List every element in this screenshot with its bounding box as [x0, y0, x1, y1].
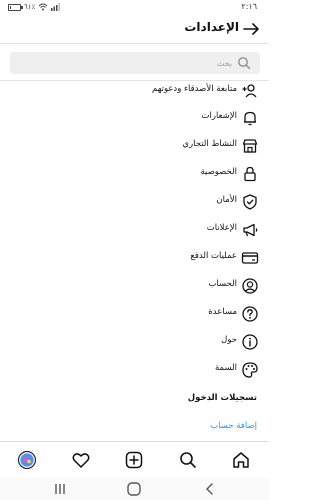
signal-icon: [51, 3, 61, 11]
bell-icon: [244, 111, 256, 126]
header: الإعدادات: [0, 16, 269, 42]
menu-item-privacy[interactable]: الخصوصية: [0, 163, 269, 185]
info-icon: [242, 334, 258, 350]
heart-icon[interactable]: [71, 450, 91, 470]
system-nav-bar: [0, 478, 269, 500]
menu-item-payments[interactable]: عمليات الدفع: [0, 247, 269, 269]
credit-card-icon: [241, 252, 259, 264]
menu-label: الأمان: [216, 195, 237, 205]
menu-item-help[interactable]: مساعدة: [0, 303, 269, 325]
battery-fill: [10, 5, 12, 9]
palette-icon: [242, 362, 258, 378]
header-divider: [0, 43, 269, 44]
battery-icon: [8, 3, 23, 11]
shield-check-icon: [243, 194, 257, 210]
status-indicators: ٦١٪: [8, 3, 61, 11]
menu-label: عمليات الدفع: [190, 251, 237, 261]
status-time: ٢:١٦: [241, 2, 257, 11]
menu-label: النشاط التجاري: [182, 139, 237, 149]
search-box[interactable]: [10, 52, 260, 74]
menu-label: الإشعارات: [201, 111, 238, 121]
menu-label: مساعدة: [208, 307, 237, 317]
back-icon[interactable]: [202, 481, 218, 497]
page-title: الإعدادات: [184, 20, 239, 34]
megaphone-icon: [243, 223, 258, 237]
logins-heading: تسجيلات الدخول: [187, 393, 257, 403]
menu-label: الخصوصية: [200, 167, 237, 177]
menu-item-security[interactable]: الأمان: [0, 191, 269, 213]
recent-apps-icon[interactable]: [52, 481, 68, 497]
menu-label: السمة: [214, 363, 237, 373]
add-person-icon: [242, 84, 257, 98]
profile-avatar[interactable]: [17, 450, 37, 470]
menu-label: الحساب: [208, 279, 237, 289]
lock-icon: [244, 166, 256, 182]
wifi-icon: [38, 3, 48, 11]
search-icon[interactable]: [178, 450, 198, 470]
menu-item-account[interactable]: الحساب: [0, 275, 269, 297]
home-icon[interactable]: [231, 450, 251, 470]
shop-icon: [242, 139, 258, 153]
menu-item-theme[interactable]: السمة: [0, 359, 269, 381]
menu-item-ads[interactable]: الإعلانات: [0, 219, 269, 241]
menu-item-follow-invite[interactable]: متابعة الأصدقاء ودعوتهم: [0, 80, 269, 102]
account-circle-icon: [242, 278, 258, 294]
menu-label: حول: [221, 335, 237, 345]
menu-item-about[interactable]: حول: [0, 331, 269, 353]
menu-label: الإعلانات: [206, 223, 237, 233]
menu-item-notifications[interactable]: الإشعارات: [0, 107, 269, 129]
status-bar: ٦١٪ ٢:١٦: [0, 0, 269, 16]
menu-item-business[interactable]: النشاط التجاري: [0, 135, 269, 157]
menu-label: متابعة الأصدقاء ودعوتهم: [152, 84, 237, 94]
new-post-icon[interactable]: [124, 450, 144, 470]
back-arrow-icon[interactable]: [241, 19, 261, 39]
battery-text: ٦١٪: [24, 3, 36, 11]
add-account-link[interactable]: إضافة حساب: [210, 421, 257, 431]
search-input[interactable]: [32, 55, 232, 71]
search-icon: [238, 57, 251, 70]
bottom-tab-bar: [0, 441, 269, 477]
help-icon: [242, 306, 258, 322]
home-button-icon[interactable]: [126, 481, 142, 497]
